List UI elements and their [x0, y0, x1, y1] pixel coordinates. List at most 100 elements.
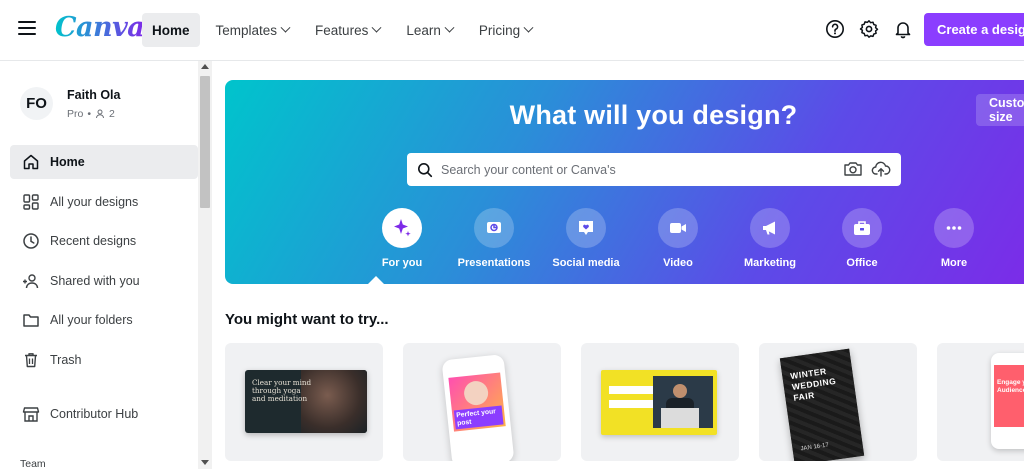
sidebar: FO Faith Ola Pro • 2 Home All your desig…	[0, 60, 212, 469]
presentation-text: Clear your mind through yoga and meditat…	[252, 378, 312, 403]
profile-members-count: 2	[109, 107, 115, 120]
video-thumbnail	[601, 370, 717, 435]
search-tools	[843, 160, 891, 178]
phone-mockup: Perfect your post	[441, 354, 515, 461]
sidebar-item-folders[interactable]: All your folders	[10, 303, 198, 337]
team-section-label: Team	[20, 458, 46, 469]
suggestion-card-presentation[interactable]: Clear your mind through yoga and meditat…	[225, 343, 383, 461]
sparkle-icon	[382, 208, 422, 248]
social-phone-mockup: Engage your Audience	[991, 353, 1024, 449]
suggestion-card-invitation[interactable]: WINTER WEDDING FAIR JAN 16-17	[759, 343, 917, 461]
hero-banner: What will you design? Custom size For yo…	[225, 80, 1024, 284]
sidebar-item-label: Home	[50, 155, 85, 169]
nav-features-label: Features	[315, 22, 369, 38]
hero-title: What will you design?	[509, 100, 798, 130]
chevron-down-icon	[523, 22, 534, 33]
briefcase-icon	[842, 208, 882, 248]
nav-home[interactable]: Home	[142, 13, 200, 47]
chevron-down-icon	[280, 22, 291, 33]
post-graphic: Perfect your post	[448, 372, 506, 432]
profile-meta: Pro • 2	[67, 108, 120, 120]
scroll-down-arrow-icon[interactable]	[201, 460, 209, 465]
nav-pricing-label: Pricing	[478, 22, 521, 38]
profile-plan: Pro	[67, 107, 84, 120]
profile-name: Faith Ola	[67, 87, 121, 102]
top-bar: Canva Home Templates Features Learn Pric…	[0, 0, 1024, 60]
create-design-button[interactable]: Create a design	[924, 13, 1024, 46]
nav-templates[interactable]: Templates	[206, 13, 300, 47]
video-person-head	[673, 384, 687, 398]
invitation-title: WINTER WEDDING FAIR	[789, 366, 837, 403]
sidebar-item-recent[interactable]: Recent designs	[10, 224, 198, 258]
custom-size-button[interactable]: Custom size	[976, 94, 1024, 126]
category-presentations[interactable]: Presentations	[448, 208, 540, 269]
nav-templates-label: Templates	[215, 22, 278, 38]
shared-users-icon	[21, 271, 41, 291]
chevron-down-icon	[444, 22, 455, 33]
category-label: Presentations	[457, 257, 531, 269]
folder-icon	[21, 310, 41, 330]
search-input[interactable]	[441, 162, 821, 177]
menu-hamburger-icon[interactable]	[18, 21, 36, 37]
invitation-card: WINTER WEDDING FAIR JAN 16-17	[779, 348, 865, 461]
suggestion-card-instagram-post[interactable]: Perfect your post	[403, 343, 561, 461]
bell-icon[interactable]	[892, 18, 914, 40]
sidebar-item-label: Shared with you	[50, 273, 140, 288]
video-subtitle-bar	[609, 400, 657, 408]
nav-learn-label: Learn	[406, 22, 441, 38]
category-more[interactable]: More	[908, 208, 1000, 269]
nav-features[interactable]: Features	[305, 13, 390, 47]
suggestions-title: You might want to try...	[225, 311, 389, 328]
category-video[interactable]: Video	[632, 208, 724, 269]
dot-separator: •	[87, 107, 92, 120]
upload-cloud-icon[interactable]	[871, 160, 891, 178]
canva-logo[interactable]: Canva	[55, 12, 145, 43]
design-search-bar	[407, 153, 901, 186]
category-label: Social media	[552, 257, 620, 269]
sidebar-item-contributor-hub[interactable]: Contributor Hub	[10, 397, 198, 431]
category-label: Office	[846, 257, 878, 269]
camera-search-icon[interactable]	[843, 160, 863, 178]
sidebar-item-shared[interactable]: Shared with you	[10, 264, 198, 298]
sidebar-item-label: Contributor Hub	[50, 406, 139, 421]
chevron-down-icon	[371, 22, 382, 33]
sidebar-menu: Home All your designs Recent designs Sha…	[10, 145, 198, 437]
suggestion-card-video[interactable]	[581, 343, 739, 461]
profile-card[interactable]: FO Faith Ola Pro • 2	[20, 87, 120, 120]
social-text: Engage your Audience	[997, 379, 1024, 394]
suggestion-cards: Clear your mind through yoga and meditat…	[225, 343, 1024, 461]
help-icon[interactable]	[824, 18, 846, 40]
nav-learn[interactable]: Learn	[396, 13, 463, 47]
sidebar-item-label: Trash	[50, 352, 82, 367]
megaphone-icon	[750, 208, 790, 248]
category-office[interactable]: Office	[816, 208, 908, 269]
presentation-thumbnail: Clear your mind through yoga and meditat…	[245, 370, 367, 433]
category-social-media[interactable]: Social media	[540, 208, 632, 269]
sidebar-item-home[interactable]: Home	[10, 145, 198, 179]
video-laptop	[661, 408, 699, 428]
scroll-up-arrow-icon[interactable]	[201, 64, 209, 69]
avatar: FO	[20, 87, 53, 120]
sidebar-item-label: Recent designs	[50, 234, 137, 249]
sidebar-item-all-designs[interactable]: All your designs	[10, 185, 198, 219]
category-for-you[interactable]: For you	[356, 208, 448, 269]
sidebar-scrollbar[interactable]	[198, 60, 212, 469]
video-camera-icon	[658, 208, 698, 248]
post-portrait	[462, 379, 490, 407]
category-row: For you Presentations Social media Video…	[356, 208, 1000, 269]
presentation-icon	[474, 208, 514, 248]
scroll-thumb[interactable]	[200, 76, 210, 208]
trash-icon	[21, 350, 41, 370]
grid-icon	[21, 192, 41, 212]
sidebar-item-trash[interactable]: Trash	[10, 343, 198, 377]
nav-pricing[interactable]: Pricing	[469, 13, 542, 47]
category-label: Marketing	[744, 257, 796, 269]
sidebar-item-label: All your folders	[50, 313, 133, 328]
heart-chat-icon	[566, 208, 606, 248]
video-scene	[653, 376, 713, 428]
category-marketing[interactable]: Marketing	[724, 208, 816, 269]
category-label: More	[940, 257, 968, 269]
profile-info: Faith Ola Pro • 2	[67, 88, 120, 120]
suggestion-card-social[interactable]: Engage your Audience	[937, 343, 1024, 461]
settings-icon[interactable]	[858, 18, 880, 40]
